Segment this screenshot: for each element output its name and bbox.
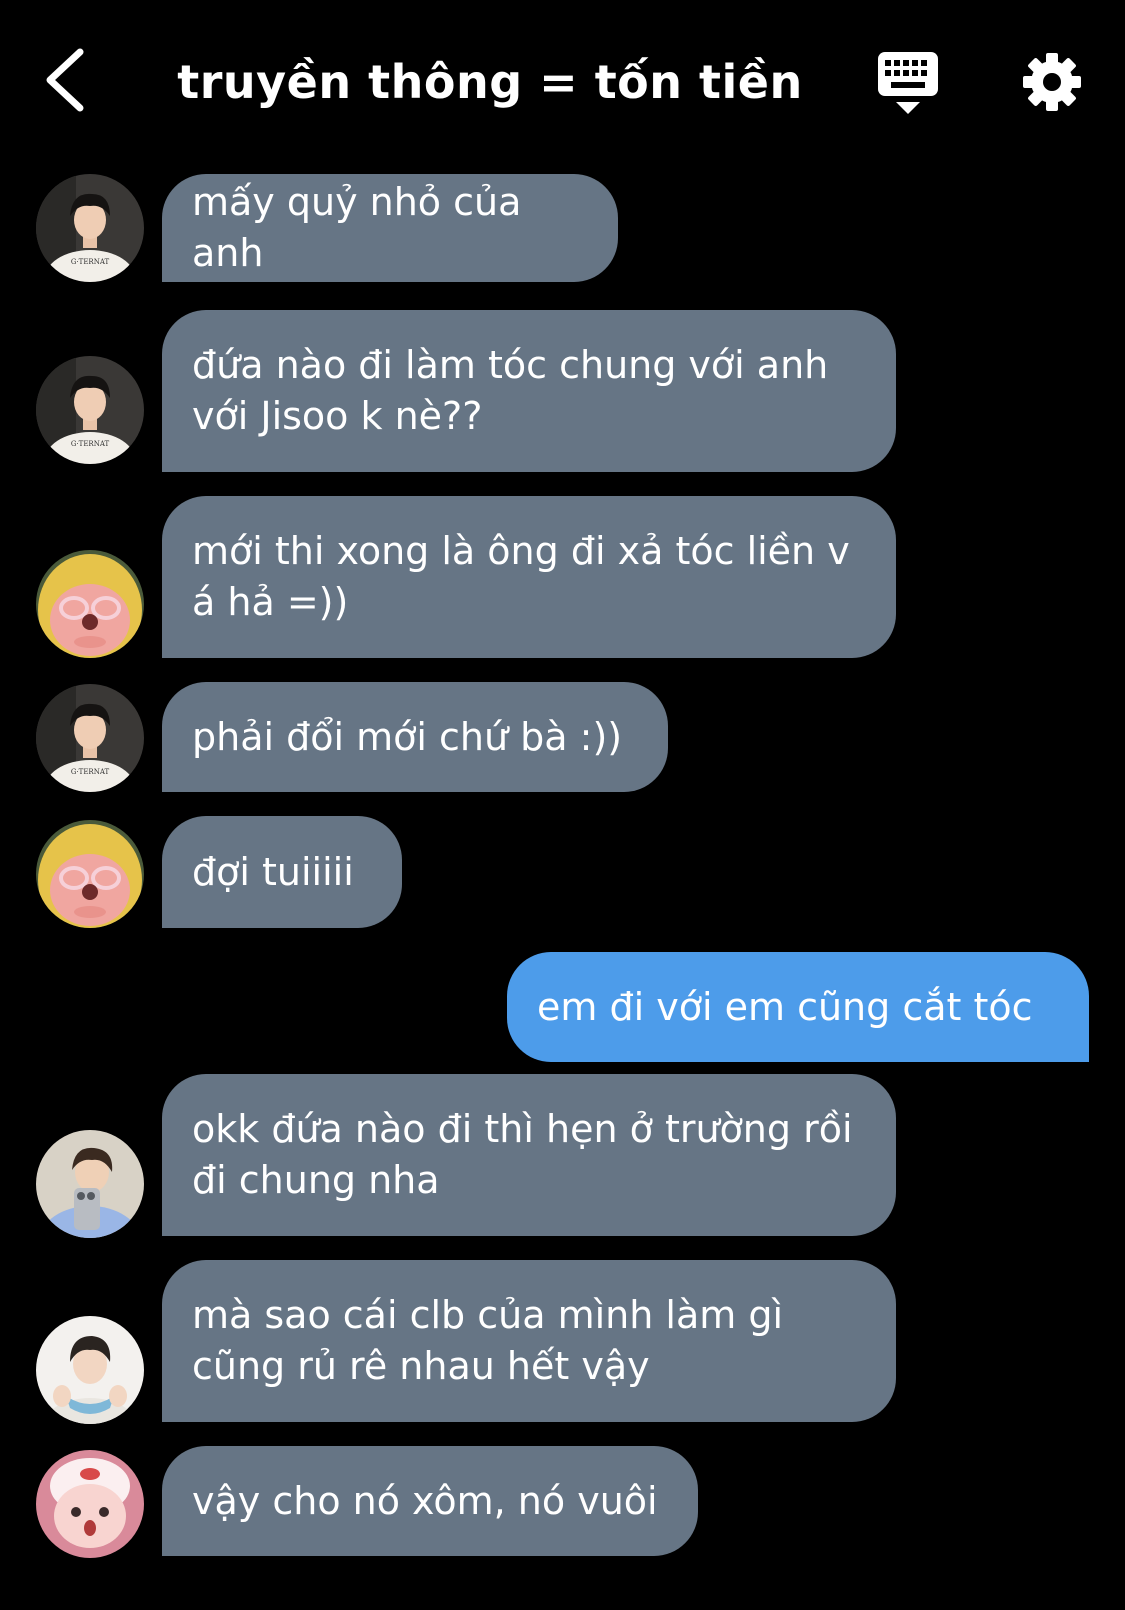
keyboard-button[interactable] [876,50,940,116]
chat-title: truyền thông = tốn tiền [177,55,803,109]
boy-selfie-avatar-image [36,1130,144,1238]
message-bubble[interactable]: mới thi xong là ông đi xả tóc liền v á h… [162,496,896,658]
sender-avatar[interactable]: G·TERNAT [36,356,144,464]
message-bubble[interactable]: đợi tuiiiii [162,816,402,928]
plush-avatar-image [36,550,144,658]
boy-avatar-image: G·TERNAT [36,356,144,464]
sender-avatar[interactable] [36,820,144,928]
svg-text:G·TERNAT: G·TERNAT [71,440,110,448]
chat-header: truyền thông = tốn tiền [0,0,1125,160]
chevron-left-icon [46,48,84,112]
message-bubble[interactable]: mà sao cái clb của mình làm gì cũng rủ r… [162,1260,896,1422]
plush-avatar-image [36,820,144,928]
sender-avatar[interactable] [36,1316,144,1424]
keyboard-icon [878,52,938,114]
message-text: em đi với em cũng cắt tóc [537,984,1033,1029]
sender-avatar[interactable] [36,1130,144,1238]
message-bubble[interactable]: mấy quỷ nhỏ của anh [162,174,618,282]
gear-icon [1023,53,1081,111]
message-text: đứa nào đi làm tóc chung với anh với Jis… [192,343,829,438]
message-bubble[interactable]: vậy cho nó xôm, nó vuôi [162,1446,698,1556]
sender-avatar[interactable]: G·TERNAT [36,174,144,282]
settings-button[interactable] [1022,52,1082,112]
boy-avatar-image: G·TERNAT [36,174,144,282]
message-text: okk đứa nào đi thì hẹn ở trường rồi đi c… [192,1107,853,1202]
message-text: phải đổi mới chứ bà :)) [192,714,623,759]
message-text: vậy cho nó xôm, nó vuôi [192,1478,658,1523]
svg-text:G·TERNAT: G·TERNAT [71,258,110,266]
message-bubble[interactable]: đứa nào đi làm tóc chung với anh với Jis… [162,310,896,472]
message-text: mà sao cái clb của mình làm gì cũng rủ r… [192,1293,784,1388]
sender-avatar[interactable] [36,550,144,658]
message-text: đợi tuiiiii [192,849,354,894]
sender-avatar[interactable] [36,1450,144,1558]
message-bubble[interactable]: phải đổi mới chứ bà :)) [162,682,668,792]
plush-white-hat-avatar-image [36,1450,144,1558]
own-message-bubble[interactable]: em đi với em cũng cắt tóc [507,952,1089,1062]
message-bubble[interactable]: okk đứa nào đi thì hẹn ở trường rồi đi c… [162,1074,896,1236]
boy-avatar-image: G·TERNAT [36,684,144,792]
message-text: mấy quỷ nhỏ của anh [192,180,522,275]
svg-text:G·TERNAT: G·TERNAT [71,768,110,776]
back-button[interactable] [38,44,98,116]
sender-avatar[interactable]: G·TERNAT [36,684,144,792]
message-text: mới thi xong là ông đi xả tóc liền v á h… [192,529,850,624]
boy-scarf-avatar-image [36,1316,144,1424]
